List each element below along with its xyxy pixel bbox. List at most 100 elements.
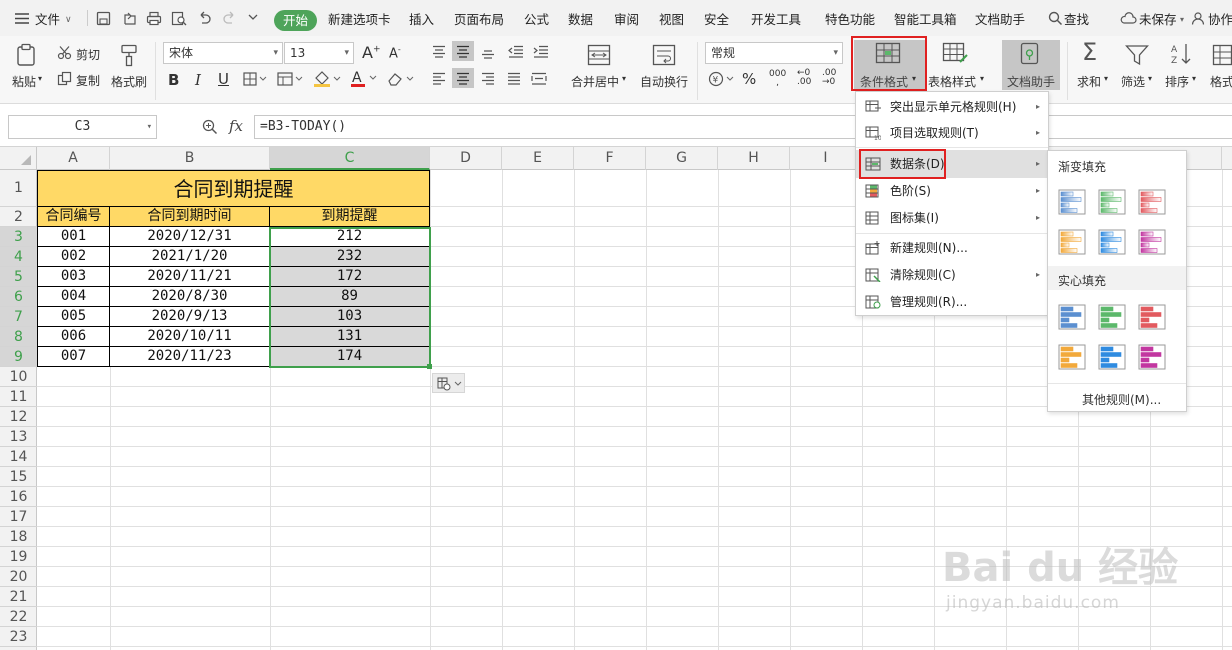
redo-icon[interactable] [222,11,237,26]
table-cell[interactable]: 2020/11/21 [110,267,270,287]
percent-icon[interactable]: % [742,70,756,88]
tab-review[interactable]: 审阅 [614,0,639,36]
decrease-indent-icon[interactable] [508,45,524,58]
tab-data[interactable]: 数据 [568,0,593,36]
tab-security[interactable]: 安全 [704,0,729,36]
font-name-select[interactable]: 宋体 ▾ [163,42,283,64]
row-header-4[interactable]: 4 [0,247,37,267]
quick-analysis-button[interactable] [432,373,465,393]
row-header-15[interactable]: 15 [0,467,37,487]
font-size-chevron-icon[interactable]: ▾ [344,43,349,63]
scissors-icon[interactable] [57,45,72,60]
conditional-format-button[interactable]: 条件格式 [860,73,908,90]
save-icon[interactable] [96,11,111,26]
quick-access-dropdown-icon[interactable] [248,13,258,22]
row-header-19[interactable]: 19 [0,547,37,567]
gradient-databar-swatch[interactable] [1058,229,1086,255]
table-cell[interactable]: 005 [37,307,110,327]
header-cell-reminder[interactable]: 到期提醒 [270,207,430,227]
table-title-cell[interactable]: 合同到期提醒 [37,170,430,207]
number-format-chevron-icon[interactable]: ▾ [833,43,838,63]
column-header-h[interactable]: H [718,147,790,170]
tab-view[interactable]: 视图 [659,0,684,36]
merge-center-button[interactable]: 合并居中 [571,73,619,90]
increase-indent-icon[interactable] [533,45,549,58]
conditional-format-chevron-icon[interactable]: ▾ [912,74,916,83]
solid-databar-swatch[interactable] [1058,304,1086,330]
copy-button[interactable]: 复制 [76,72,100,89]
menu-item-clear-rules[interactable]: 清除规则(C) ▸ [856,262,1048,288]
column-header-i[interactable]: I [790,147,862,170]
menu-item-top-bottom-rules[interactable]: 10 项目选取规则(T) ▸ [856,120,1048,146]
table-cell[interactable]: 007 [37,347,110,367]
row-header-12[interactable]: 12 [0,407,37,427]
borders-icon[interactable] [243,72,267,86]
sum-chevron-icon[interactable]: ▾ [1104,74,1108,83]
sum-button[interactable]: 求和 [1077,73,1101,90]
merge-center-icon[interactable] [587,44,611,66]
underline-icon[interactable]: U [218,70,229,88]
hamburger-icon[interactable] [14,12,30,25]
decrease-font-icon[interactable]: A- [389,45,401,61]
solid-databar-swatch[interactable] [1098,344,1126,370]
number-format-select[interactable]: 常规 ▾ [705,42,843,64]
clear-format-icon[interactable] [387,71,415,87]
fill-handle[interactable] [427,364,432,369]
solid-databar-swatch[interactable] [1058,344,1086,370]
justify-icon[interactable] [507,72,521,85]
table-cell[interactable]: 2020/8/30 [110,287,270,307]
function-icon[interactable]: fx [229,117,243,135]
tab-home[interactable]: 开始 [274,10,317,31]
font-color-icon[interactable]: A [350,69,378,88]
print-icon[interactable] [146,11,162,26]
copy-icon[interactable] [57,71,72,86]
search-button[interactable]: 查找 [1064,0,1089,36]
conditional-format-icon[interactable] [875,42,901,64]
format-button[interactable]: 格式 [1210,73,1232,90]
row-header-21[interactable]: 21 [0,587,37,607]
solid-databar-swatch[interactable] [1138,304,1166,330]
table-style-chevron-icon[interactable]: ▾ [980,74,984,83]
file-menu[interactable]: 文件 [35,0,60,36]
format-icon[interactable] [1212,44,1232,66]
merge-center-chevron-icon[interactable]: ▾ [622,74,626,83]
doc-helper-icon[interactable] [1019,42,1041,66]
filter-button[interactable]: 筛选 [1121,73,1145,90]
column-header-c[interactable]: C [270,147,430,170]
menu-item-new-rule[interactable]: 新建规则(N)... [856,235,1048,261]
tab-doc-helper[interactable]: 文档助手 [975,0,1025,36]
column-header-a[interactable]: A [37,147,110,170]
cell-style-icon[interactable] [277,72,303,86]
tab-new-tab[interactable]: 新建选项卡 [328,0,391,36]
name-box[interactable]: C3 ▾ [8,115,157,139]
table-cell[interactable]: 006 [37,327,110,347]
unsaved-status[interactable]: 未保存 [1139,0,1177,36]
export-icon[interactable] [122,11,137,26]
row-header-17[interactable]: 17 [0,507,37,527]
increase-font-icon[interactable]: A+ [362,43,381,62]
row-header-8[interactable]: 8 [0,327,37,347]
doc-helper-button[interactable]: 文档助手 [1007,73,1055,90]
row-header-13[interactable]: 13 [0,427,37,447]
cut-button[interactable]: 剪切 [76,46,100,63]
table-cell[interactable]: 2020/11/23 [110,347,270,367]
align-top-icon[interactable] [432,45,446,58]
tab-page-layout[interactable]: 页面布局 [454,0,504,36]
column-header-b[interactable]: B [110,147,270,170]
column-header-d[interactable]: D [430,147,502,170]
paste-dropdown-icon[interactable]: ▾ [38,74,42,83]
gradient-databar-swatch[interactable] [1138,189,1166,215]
row-header-6[interactable]: 6 [0,287,37,307]
menu-item-color-scales[interactable]: 色阶(S) ▸ [856,178,1048,204]
zoom-icon[interactable] [202,119,218,135]
table-cell[interactable]: 004 [37,287,110,307]
row-header-22[interactable]: 22 [0,607,37,627]
gradient-databar-swatch[interactable] [1098,189,1126,215]
row-header-23[interactable]: 23 [0,627,37,647]
gradient-databar-swatch[interactable] [1138,229,1166,255]
row-header-3[interactable]: 3 [0,227,37,247]
column-header-e[interactable]: E [502,147,574,170]
table-cell[interactable]: 003 [37,267,110,287]
filter-chevron-icon[interactable]: ▾ [1148,74,1152,83]
unsaved-chevron-icon[interactable]: ▾ [1180,0,1184,36]
